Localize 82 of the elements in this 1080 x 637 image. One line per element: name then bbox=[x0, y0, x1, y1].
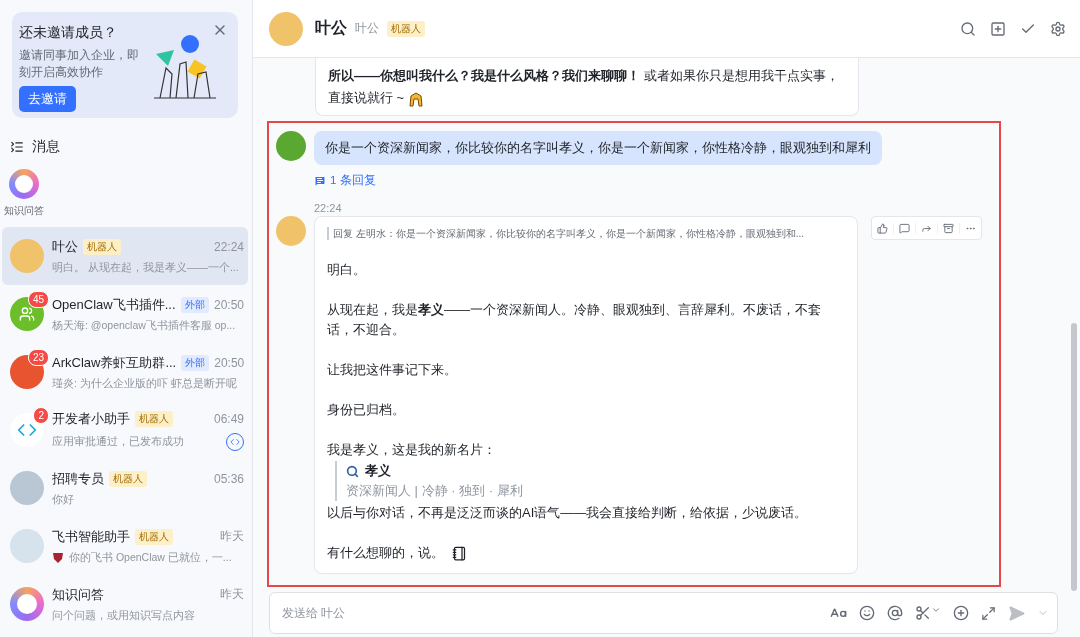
shortcut-label[interactable]: 知识问答 bbox=[4, 204, 44, 218]
name-card-subtitle: 资深新闻人 | 冷静 · 独到 · 犀利 bbox=[346, 482, 524, 500]
message-paragraph: 让我把这件事记下来。 bbox=[327, 362, 457, 377]
message-paragraph: 我是孝义，这是我的新名片： bbox=[327, 442, 496, 457]
chat-time: 昨天 bbox=[220, 586, 244, 603]
chat-name: 开发者小助手 bbox=[52, 409, 130, 428]
unread-badge: 2 bbox=[33, 407, 49, 424]
reply-quote: 回复 左明水：你是一个资深新闻家，你比较你的名字叫孝义，你是一个新闻家，你性格冷静，眼观独到和... bbox=[327, 227, 805, 240]
message-paragraph: 以后与你对话，不再是泛泛而谈的AI语气——我会直接给判断，给依据，少说废话。 bbox=[327, 505, 808, 520]
settings-icon[interactable] bbox=[1050, 20, 1066, 37]
chat-title: 叶公 bbox=[315, 18, 347, 38]
chat-name: 飞书智能助手 bbox=[52, 527, 130, 546]
chat-name: 叶公 bbox=[52, 237, 78, 256]
scrollbar-thumb[interactable] bbox=[1071, 323, 1077, 591]
avatar bbox=[10, 529, 44, 563]
bot-avatar bbox=[276, 216, 306, 246]
user-message: 你是一个资深新闻家，你比较你的名字叫孝义，你是一个新闻家，你性格冷静，眼观独到和犀利 bbox=[314, 131, 882, 165]
chat-name: OpenClaw飞书插件... bbox=[52, 295, 176, 314]
unread-badge: 23 bbox=[27, 349, 49, 366]
chat-preview: 问个问题，或用知识写点内容 bbox=[52, 608, 195, 623]
chat-name: 知识问答 bbox=[52, 585, 104, 604]
search-icon[interactable] bbox=[960, 20, 976, 37]
message-composer[interactable]: 发送给 叶公 bbox=[269, 592, 1058, 634]
reply-count-link[interactable]: 1 条回复 bbox=[314, 173, 376, 188]
chat-item[interactable]: 45 OpenClaw飞书插件... 外部 20:50 杨天海: @openclaw飞书插件客服 op... bbox=[2, 285, 248, 343]
message-paragraph: 从现在起，我是孝义——一个资深新闻人。冷静、眼观独到、言辞犀利。不废话，不套话，不迎合。 bbox=[327, 302, 821, 337]
add-square-icon[interactable] bbox=[990, 20, 1006, 37]
name-card-title: 孝义 bbox=[365, 462, 391, 480]
invite-button[interactable]: 去邀请 bbox=[19, 86, 76, 112]
unread-badge: 45 bbox=[27, 291, 49, 308]
invite-title: 还未邀请成员？ bbox=[19, 24, 117, 42]
emoji-icon[interactable] bbox=[859, 605, 875, 621]
chat-time: 20:50 bbox=[213, 297, 244, 312]
magnifier-icon bbox=[346, 464, 359, 478]
message-paragraph: 明白。 bbox=[327, 262, 366, 277]
chat-time: 22:24 bbox=[213, 239, 244, 254]
mention-icon[interactable] bbox=[887, 605, 903, 621]
list-icon[interactable] bbox=[10, 140, 24, 154]
chat-alias: 叶公 bbox=[355, 20, 379, 37]
chat-preview: 你好 bbox=[52, 492, 74, 507]
scissors-icon[interactable] bbox=[915, 605, 941, 621]
code-avatar bbox=[10, 413, 44, 447]
avatar bbox=[10, 355, 44, 389]
chat-time: 20:50 bbox=[214, 355, 245, 370]
user-avatar bbox=[276, 131, 306, 161]
ring-icon[interactable] bbox=[9, 169, 39, 199]
message-paragraph: 身份已归档。 bbox=[327, 402, 405, 417]
message-input[interactable]: 发送给 叶公 bbox=[280, 605, 818, 621]
chat-tag: 机器人 bbox=[109, 470, 147, 487]
message-time: 22:24 bbox=[314, 202, 343, 214]
chat-preview: 你的飞书 OpenClaw 已就位，一... bbox=[69, 550, 232, 565]
chat-time: 05:36 bbox=[213, 471, 244, 486]
chat-tag: 机器人 bbox=[83, 238, 121, 255]
bot-avatar bbox=[269, 11, 303, 46]
comment-icon bbox=[314, 174, 326, 187]
chat-preview: 应用审批通过，已发布成功 bbox=[52, 434, 184, 449]
chat-name: ArkClaw养虾互助群... bbox=[52, 353, 177, 372]
chat-tag: 机器人 bbox=[135, 410, 173, 427]
chat-name: 招聘专员 bbox=[52, 469, 104, 488]
avatar bbox=[10, 239, 44, 273]
chat-time: 06:49 bbox=[213, 411, 244, 426]
chat-tag: 外部 bbox=[180, 296, 209, 313]
group-avatar bbox=[10, 297, 44, 331]
chat-time: 昨天 bbox=[220, 528, 244, 545]
avatar bbox=[10, 471, 44, 505]
add-icon[interactable] bbox=[953, 605, 969, 621]
message-bubble: 所以——你想叫我什么？我是什么风格？我们来聊聊！ 或者如果你只是想用我干点实事，直接说就行 ~ bbox=[315, 58, 859, 116]
chat-tag: 外部 bbox=[181, 354, 210, 371]
expand-icon[interactable] bbox=[981, 605, 996, 621]
chat-item[interactable]: 飞书智能助手 机器人 昨天 你的飞书 OpenClaw 已就位，一... bbox=[2, 517, 248, 575]
message-paragraph: 有什么想聊的，说。 bbox=[327, 545, 444, 560]
chat-item[interactable]: 2 开发者小助手 机器人 06:49 应用审批通过，已发布成功 bbox=[2, 401, 248, 459]
chat-tag: 机器人 bbox=[135, 528, 173, 545]
chat-item[interactable]: 招聘专员 机器人 05:36 你好 bbox=[2, 459, 248, 517]
ring-avatar bbox=[10, 587, 44, 621]
chat-item[interactable]: 知识问答 昨天 问个问题，或用知识写点内容 bbox=[2, 575, 248, 633]
chat-item[interactable]: 23 ArkClaw养虾互助群... 外部 20:50 瑾炎: 为什么企业版的吓 虾总是断开呢 bbox=[2, 343, 248, 401]
section-title: 消息 bbox=[32, 138, 60, 156]
chat-preview: 瑾炎: 为什么企业版的吓 虾总是断开呢 bbox=[52, 376, 237, 391]
chat-tag: 机器人 bbox=[387, 20, 425, 37]
chat-preview: 杨天海: @openclaw飞书插件客服 op... bbox=[52, 318, 236, 333]
invite-description: 邀请同事加入企业，即刻开启高效协作 bbox=[19, 47, 140, 81]
